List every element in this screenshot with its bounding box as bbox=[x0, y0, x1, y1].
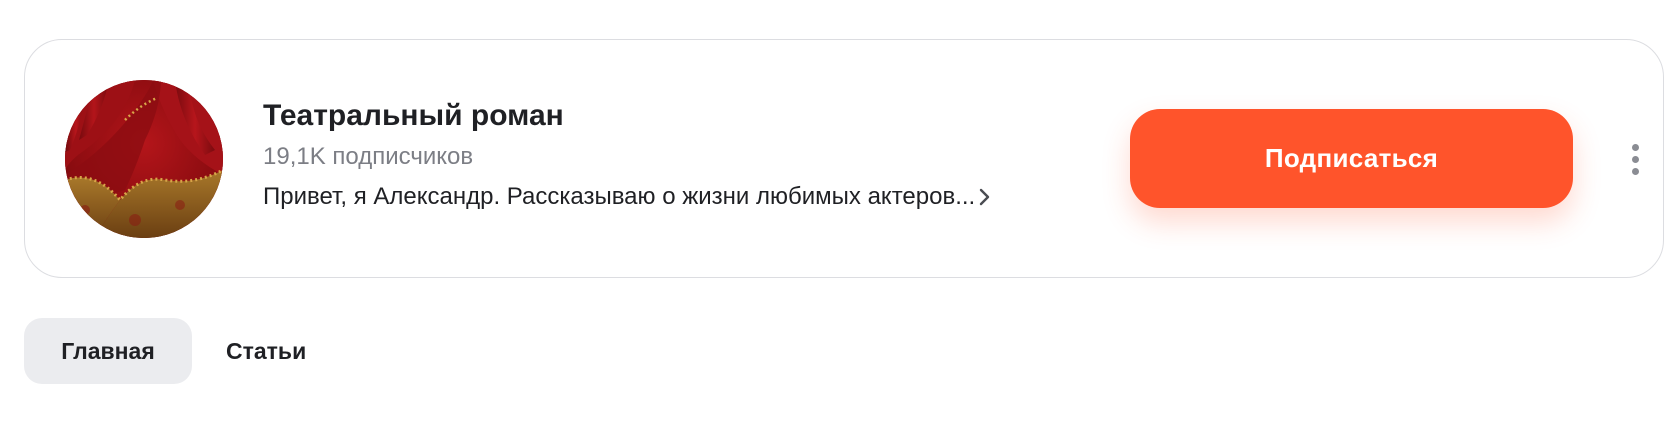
channel-avatar[interactable] bbox=[65, 80, 223, 238]
more-dot bbox=[1631, 143, 1639, 151]
subscriber-count: 19,1K подписчиков bbox=[263, 143, 474, 170]
more-dot bbox=[1631, 155, 1639, 163]
theater-curtain-avatar bbox=[65, 80, 223, 238]
channel-info: Театральный роман 19,1K подписчиков Прив… bbox=[263, 98, 1063, 213]
channel-description-link[interactable]: Привет, я Александр. Рассказываю о жизни… bbox=[263, 181, 1063, 213]
tab-articles[interactable]: Статьи bbox=[200, 318, 332, 384]
channel-card: Театральный роман 19,1K подписчиков Прив… bbox=[24, 39, 1664, 278]
more-dot bbox=[1631, 167, 1639, 175]
tab-main[interactable]: Главная bbox=[24, 318, 192, 384]
channel-title[interactable]: Театральный роман bbox=[263, 98, 1063, 134]
subscribe-button[interactable]: Подписаться bbox=[1130, 109, 1573, 208]
channel-description: Привет, я Александр. Рассказываю о жизни… bbox=[263, 183, 976, 210]
more-vertical-icon[interactable] bbox=[1621, 139, 1649, 179]
channel-tabs: Главная Статьи bbox=[24, 318, 332, 384]
chevron-right-icon bbox=[980, 188, 990, 206]
